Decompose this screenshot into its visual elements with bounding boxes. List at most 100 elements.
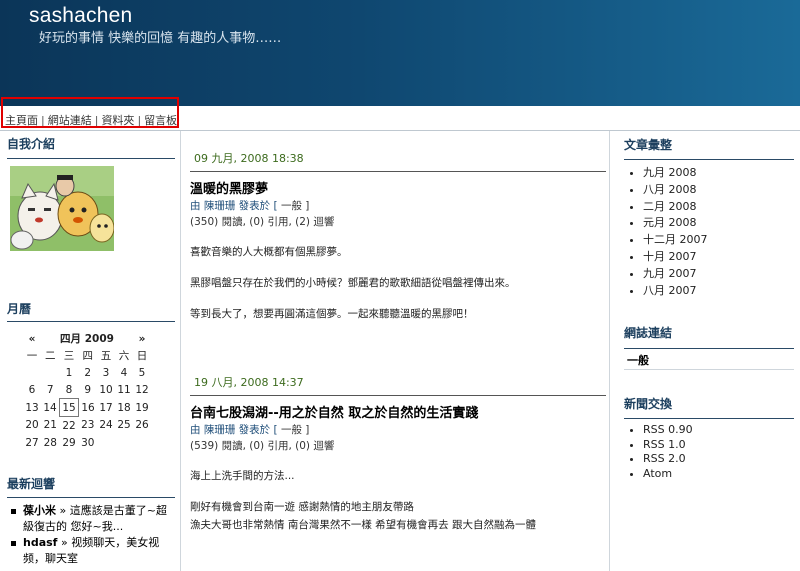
weekday-label: 五	[100, 350, 112, 362]
main-content: 09 九月, 2008 18:38 溫暖的黑膠夢 由 陳珊珊 發表於 [ 一般 …	[182, 131, 610, 571]
archive-list: 九月 2008 八月 2008 二月 2008 元月 2008 十二月 2007…	[617, 165, 708, 299]
post-paragraph: 喜歡音樂的人大概都有個黑膠夢。	[190, 246, 348, 258]
calendar-day: 5	[138, 366, 146, 379]
calendar-day: 1	[65, 366, 73, 379]
weekday-label: 一	[26, 350, 38, 362]
post-date: 19 八月, 2008 14:37	[194, 376, 304, 389]
post: 19 八月, 2008 14:37 台南七股潟湖--用之於自然 取之於自然的生活…	[190, 374, 606, 532]
calendar-divider	[7, 321, 175, 322]
calendar-day: 18	[117, 401, 131, 414]
archive-item[interactable]: 九月 2008	[643, 165, 708, 182]
post-divider	[190, 395, 606, 396]
calendar-day: 19	[135, 401, 149, 414]
rss-link[interactable]: RSS 0.90	[643, 423, 693, 438]
site-title[interactable]: sashachen	[29, 4, 132, 28]
archive-item[interactable]: 八月 2007	[643, 283, 708, 300]
about-title: 自我介紹	[7, 137, 56, 151]
post-author[interactable]: 由 陳珊珊 發表於 [	[190, 424, 278, 436]
post-stats[interactable]: (539) 閱讀, (0) 引用, (0) 迴響	[190, 438, 606, 453]
calendar-title: 月曆	[7, 302, 32, 316]
calendar-day: 7	[46, 383, 54, 396]
comment-author[interactable]: 葆小米	[23, 504, 56, 517]
weekday-label: 二	[45, 350, 56, 362]
site-tagline: 好玩的事情 快樂的回憶 有趣的人事物……	[39, 31, 282, 46]
list-item: hdasf » 视频聊天，美女视频，聊天室	[9, 535, 169, 567]
post-paragraph: 漁夫大哥也非常熱情 南台灣果然不一樣 希望有機會再去 跟大自然融為一體	[190, 519, 537, 531]
calendar-day: 14	[43, 401, 57, 414]
rss-link[interactable]: RSS 2.0	[643, 452, 693, 467]
calendar-day: 21	[43, 419, 57, 432]
post-title[interactable]: 台南七股潟湖--用之於自然 取之於自然的生活實踐	[190, 402, 606, 421]
profile-picture-art	[10, 166, 114, 251]
site-header: sashachen 好玩的事情 快樂的回憶 有趣的人事物……	[0, 0, 800, 106]
calendar-day: 4	[120, 366, 128, 379]
calendar-month-label: 四月 2009	[60, 333, 114, 345]
blog-links-divider	[624, 348, 794, 349]
post-paragraph: 剛好有機會到台南一遊 感謝熱情的地主朋友帶路	[190, 501, 414, 513]
archive-item[interactable]: 十月 2007	[643, 249, 708, 266]
calendar-day: 8	[65, 383, 73, 396]
calendar-day	[41, 364, 60, 381]
calendar-day	[23, 364, 41, 381]
news-feed-title: 新聞交換	[624, 397, 673, 411]
calendar-day: 10	[99, 383, 113, 396]
calendar-day: 28	[43, 436, 57, 449]
calendar-day: 17	[99, 401, 113, 414]
weekday-label: 三	[63, 350, 75, 362]
news-feed-list: RSS 0.90 RSS 1.0 RSS 2.0 Atom	[617, 423, 693, 481]
weekday-label: 六	[118, 350, 130, 362]
calendar-day: 6	[28, 383, 36, 396]
comment-author[interactable]: hdasf	[23, 536, 57, 549]
calendar-day	[133, 434, 151, 451]
archive-item[interactable]: 八月 2008	[643, 182, 708, 199]
rss-link[interactable]: RSS 1.0	[643, 438, 693, 453]
post-category[interactable]: 一般	[278, 424, 306, 436]
blog-links-category[interactable]: 一般	[627, 352, 649, 368]
post-body: 喜歡音樂的人大概都有個黑膠夢。 黑膠唱盤只存在於我們的小時候？鄧麗君的歌歌細語從…	[190, 244, 606, 321]
calendar-day: 26	[135, 419, 149, 432]
archive-title: 文章彙整	[624, 138, 673, 152]
calendar-day: 13	[25, 401, 39, 414]
blog-links-bottom-divider	[624, 369, 794, 370]
left-sidebar: 自我介紹 月曆 « 四月 2009 » 一 二 三 四 五 六 日 1 2 3 …	[0, 131, 181, 571]
calendar-day: 22	[62, 419, 76, 432]
post-meta-end: ]	[305, 424, 310, 436]
calendar-day: 20	[25, 419, 39, 432]
recent-comments-divider	[7, 497, 175, 498]
post-paragraph: 黑膠唱盤只存在於我們的小時候？鄧麗君的歌歌細語從唱盤裡傳出來。	[190, 277, 516, 289]
weekday-label: 四	[82, 350, 94, 362]
archive-item[interactable]: 二月 2008	[643, 199, 708, 216]
post-title[interactable]: 溫暖的黑膠夢	[190, 178, 606, 197]
archive-item[interactable]: 元月 2008	[643, 215, 708, 232]
post-paragraph: 等到長大了，想要再圓滿這個夢。一起來聽聽溫暖的黑膠吧！	[190, 308, 474, 320]
post-date: 09 九月, 2008 18:38	[194, 152, 304, 165]
calendar-day: 24	[99, 419, 113, 432]
post-meta: 由 陳珊珊 發表於 [ 一般 ]	[190, 422, 606, 437]
atom-link[interactable]: Atom	[643, 467, 693, 482]
calendar-day: 16	[81, 401, 95, 414]
profile-picture[interactable]	[10, 166, 114, 251]
calendar-day: 11	[117, 383, 131, 396]
news-feed-divider	[624, 418, 794, 419]
archive-item[interactable]: 十二月 2007	[643, 232, 708, 249]
calendar-day: 27	[25, 436, 39, 449]
archive-item[interactable]: 九月 2007	[643, 266, 708, 283]
calendar-day: 29	[62, 436, 76, 449]
post: 09 九月, 2008 18:38 溫暖的黑膠夢 由 陳珊珊 發表於 [ 一般 …	[190, 150, 606, 321]
calendar-day	[97, 434, 115, 451]
comment-separator: »	[56, 504, 70, 517]
calendar-day	[115, 434, 133, 451]
calendar-day: 12	[135, 383, 149, 396]
blog-links-title: 網誌連結	[624, 326, 673, 340]
post-meta-end: ]	[305, 200, 310, 212]
calendar-day: 30	[81, 436, 95, 449]
archive-divider	[624, 159, 794, 160]
post-stats[interactable]: (350) 閱讀, (0) 引用, (2) 迴響	[190, 214, 606, 229]
calendar-prev-month[interactable]: «	[23, 330, 41, 347]
calendar-next-month[interactable]: »	[133, 330, 151, 347]
post-category[interactable]: 一般	[278, 200, 306, 212]
calendar-day: 2	[84, 366, 92, 379]
post-paragraph: 海上上洗手間的方法...	[190, 470, 295, 482]
calendar-day: 9	[84, 383, 92, 396]
post-author[interactable]: 由 陳珊珊 發表於 [	[190, 200, 278, 212]
